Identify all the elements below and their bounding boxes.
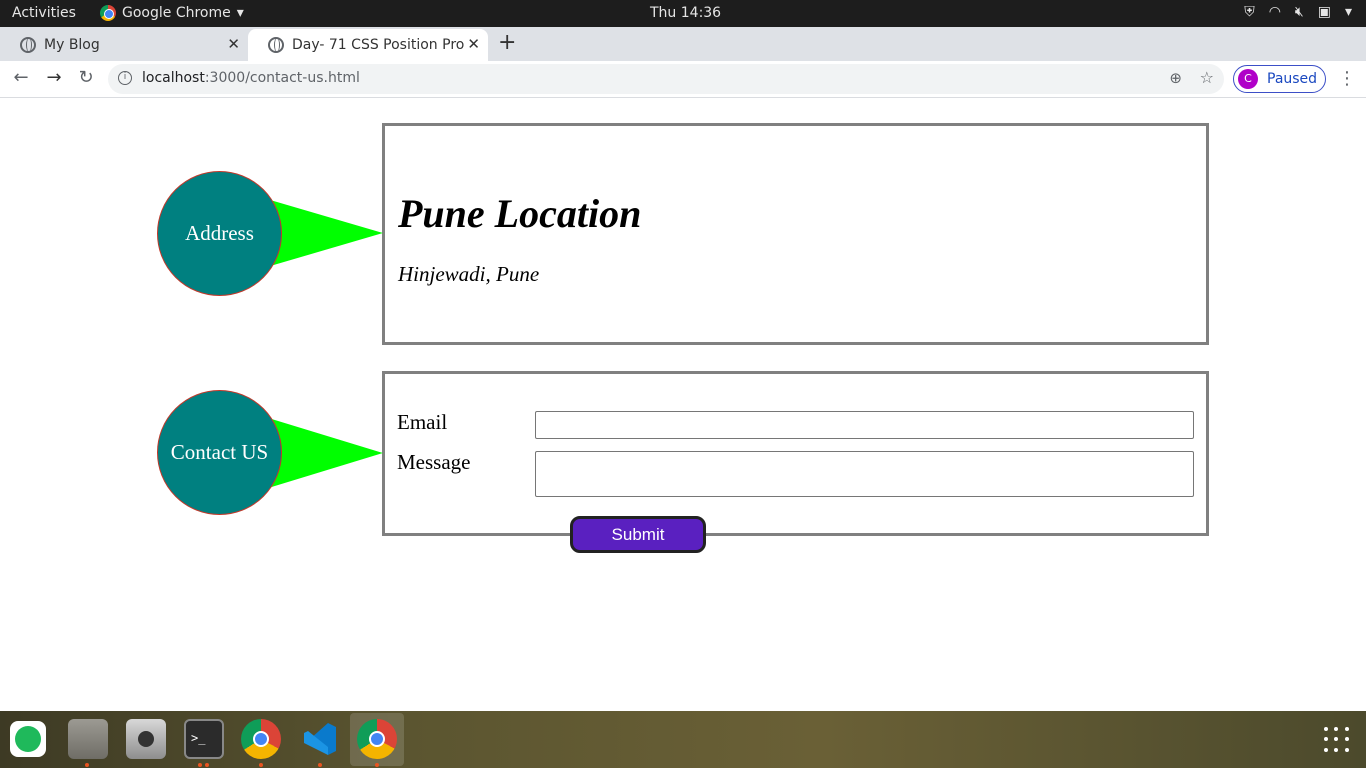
profile-button[interactable]: C Paused xyxy=(1233,65,1326,93)
app-menu[interactable]: Google Chrome ▾ xyxy=(100,5,244,21)
contact-form: Email Message xyxy=(382,371,1209,536)
chevron-down-icon: ▾ xyxy=(1344,4,1352,20)
email-label: Email xyxy=(397,410,448,434)
web-page: Address Pune Location Hinjewadi, Pune Co… xyxy=(0,99,1366,711)
close-icon[interactable]: ✕ xyxy=(467,35,480,53)
files-icon[interactable] xyxy=(68,719,108,759)
running-indicator xyxy=(205,763,209,767)
info-icon[interactable]: i xyxy=(118,71,132,85)
vscode-icon[interactable] xyxy=(300,719,340,759)
close-icon[interactable]: ✕ xyxy=(227,35,240,53)
rocket-chat-icon[interactable] xyxy=(10,721,46,757)
location-title: Pune Location xyxy=(398,191,642,236)
chevron-down-icon: ▾ xyxy=(236,5,244,21)
profile-status: Paused xyxy=(1267,71,1318,87)
dock: >_ xyxy=(0,711,1366,768)
submit-button[interactable]: Submit xyxy=(570,516,706,553)
message-label: Message xyxy=(397,450,471,474)
contact-circle: Contact US xyxy=(157,390,282,515)
system-tray[interactable]: ⛨ ◠ 🔇︎ ▣ ▾ xyxy=(1244,4,1352,20)
address-circle: Address xyxy=(157,171,282,296)
tab-title: My Blog xyxy=(44,37,100,53)
url-host: localhost xyxy=(142,70,205,86)
camera-icon[interactable] xyxy=(126,719,166,759)
tab-my-blog[interactable]: My Blog ✕ xyxy=(0,29,248,61)
running-indicator xyxy=(85,763,89,767)
globe-icon xyxy=(20,37,36,53)
tab-active[interactable]: Day- 71 CSS Position Properties ✕ xyxy=(248,29,488,61)
location-card: Pune Location Hinjewadi, Pune xyxy=(382,123,1209,345)
tab-title: Day- 71 CSS Position Properties xyxy=(292,37,464,53)
new-tab-button[interactable]: + xyxy=(498,30,516,55)
browser-toolbar: ← → ↻ i localhost:3000/contact-us.html ⊕… xyxy=(0,61,1366,98)
chrome-icon[interactable] xyxy=(357,719,397,759)
location-text: Hinjewadi, Pune xyxy=(398,262,540,286)
tab-strip: My Blog ✕ Day- 71 CSS Position Propertie… xyxy=(0,27,1366,61)
bookmark-star-icon[interactable]: ☆ xyxy=(1200,68,1214,87)
running-indicator xyxy=(375,763,379,767)
activities-button[interactable]: Activities xyxy=(12,5,76,21)
system-top-bar: Activities Google Chrome ▾ Thu 14:36 ⛨ ◠… xyxy=(0,0,1366,27)
wifi-icon: ◠ xyxy=(1268,4,1281,20)
reload-button[interactable]: ↻ xyxy=(74,67,98,88)
vscode-logo xyxy=(304,723,336,755)
chrome-beta-icon[interactable] xyxy=(241,719,281,759)
email-field[interactable] xyxy=(535,411,1194,439)
app-menu-label: Google Chrome xyxy=(122,5,231,21)
chrome-icon xyxy=(100,5,116,21)
shield-icon: ⛨ xyxy=(1244,4,1255,20)
url-text[interactable]: localhost:3000/contact-us.html xyxy=(142,70,360,86)
running-indicator xyxy=(259,763,263,767)
url-path: :3000/contact-us.html xyxy=(204,70,360,86)
app-grid-icon[interactable] xyxy=(1324,727,1350,753)
running-indicator xyxy=(318,763,322,767)
zoom-icon[interactable]: ⊕ xyxy=(1169,69,1182,87)
globe-icon xyxy=(268,37,284,53)
volume-muted-icon: 🔇︎ xyxy=(1294,4,1304,20)
running-indicator xyxy=(198,763,202,767)
terminal-icon[interactable]: >_ xyxy=(184,719,224,759)
clock[interactable]: Thu 14:36 xyxy=(650,5,721,21)
avatar: C xyxy=(1238,69,1258,89)
address-section: Address Pune Location Hinjewadi, Pune xyxy=(157,123,1209,345)
battery-icon: ▣ xyxy=(1317,4,1331,20)
more-menu-icon[interactable]: ⋮ xyxy=(1338,68,1356,89)
back-button[interactable]: ← xyxy=(9,67,33,88)
forward-button[interactable]: → xyxy=(42,67,66,88)
message-textarea[interactable] xyxy=(535,451,1194,497)
address-bar[interactable]: i localhost:3000/contact-us.html ⊕ ☆ xyxy=(108,64,1224,94)
